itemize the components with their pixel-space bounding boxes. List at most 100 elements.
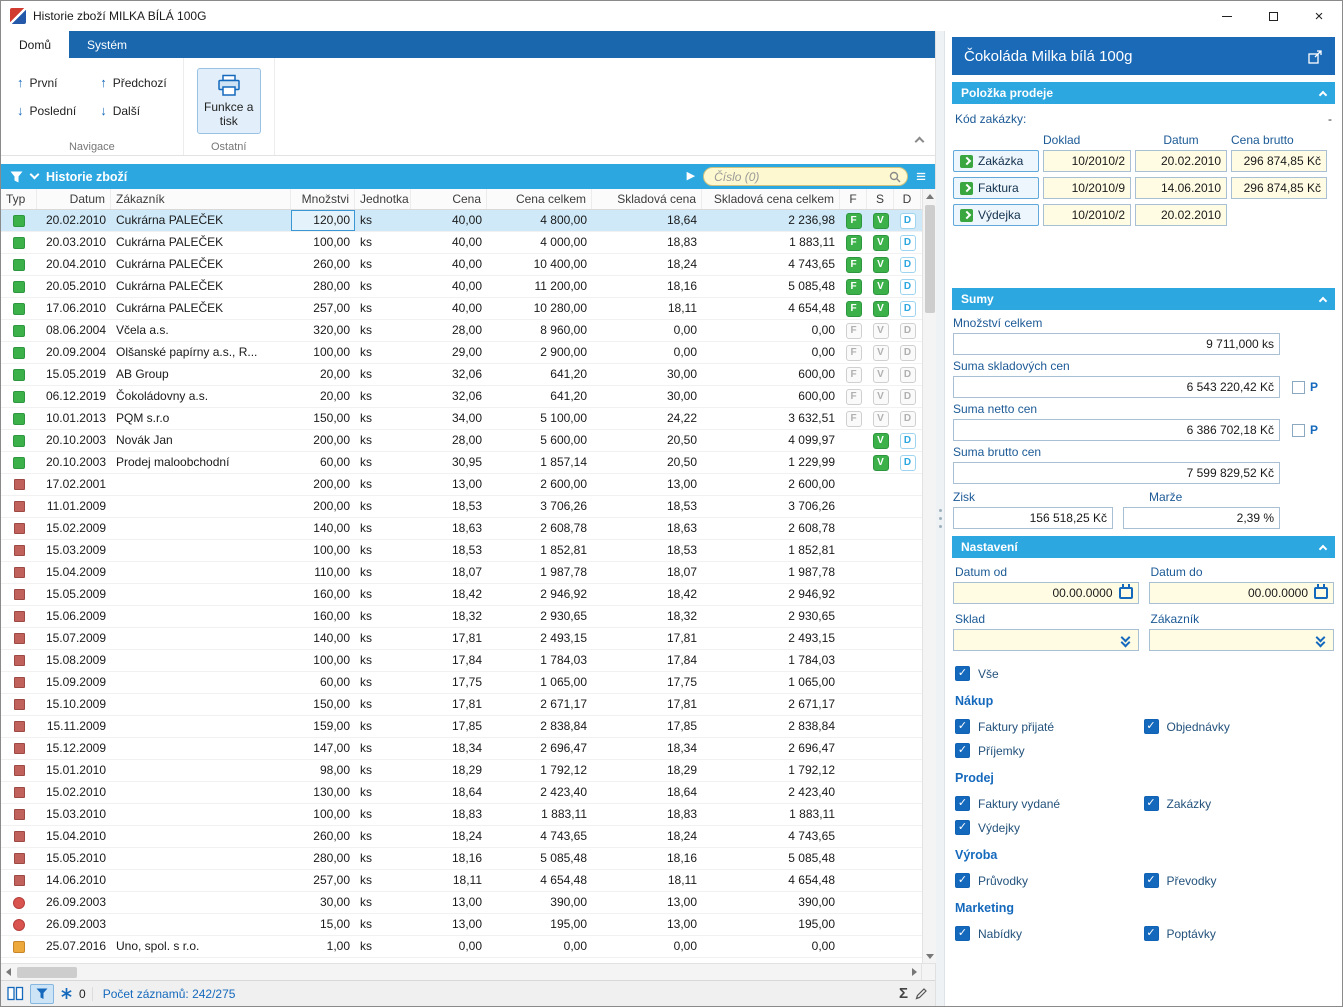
scroll-up-button[interactable] <box>923 189 937 203</box>
table-row[interactable]: 15.04.2010260,00ks18,244 743,6518,244 74… <box>1 826 922 848</box>
sum-icon[interactable]: Σ <box>899 985 908 1002</box>
doklad-value[interactable]: 10/2010/2 <box>1043 204 1131 226</box>
sklad-select[interactable] <box>953 629 1139 651</box>
table-row[interactable]: 14.06.2010257,00ks18,114 654,4818,114 65… <box>1 870 922 892</box>
table-row[interactable]: 20.10.2003Prodej maloobchodní60,00ks30,9… <box>1 452 922 474</box>
tab-system[interactable]: Systém <box>69 31 145 58</box>
doklad-value[interactable]: 10/2010/2 <box>1043 150 1131 172</box>
vydejka-button[interactable]: Výdejka <box>953 204 1039 226</box>
table-row[interactable]: 20.05.2010Cukrárna PALEČEK280,00ks40,001… <box>1 276 922 298</box>
checkbox-poptavky[interactable]: ✓Poptávky <box>1144 926 1333 941</box>
table-row[interactable]: 26.09.200330,00ks13,00390,0013,00390,00 <box>1 892 922 914</box>
filter-icon[interactable] <box>10 171 23 183</box>
columns-icon[interactable] <box>7 986 24 1001</box>
horizontal-scrollbar[interactable] <box>1 963 935 980</box>
table-row[interactable]: 06.12.2019Čokoládovny a.s.20,00ks32,0664… <box>1 386 922 408</box>
scrollbar-thumb[interactable] <box>925 205 935 313</box>
column-header-typ[interactable]: Typ <box>1 189 37 209</box>
calendar-icon[interactable] <box>1314 587 1328 599</box>
column-header-s[interactable]: S <box>867 189 894 209</box>
collapse-section-icon[interactable] <box>1319 296 1327 304</box>
table-row[interactable]: 08.06.2004Včela a.s.320,00ks28,008 960,0… <box>1 320 922 342</box>
filter-toggle[interactable] <box>30 984 54 1004</box>
table-row[interactable]: 26.09.200315,00ks13,00195,0013,00195,00 <box>1 914 922 936</box>
column-header-datum[interactable]: Datum <box>37 189 111 209</box>
p-checkbox[interactable]: P <box>1292 380 1318 394</box>
table-row[interactable]: 15.02.2009140,00ks18,632 608,7818,632 60… <box>1 518 922 540</box>
table-row[interactable]: 15.09.200960,00ks17,751 065,0017,751 065… <box>1 672 922 694</box>
table-row[interactable]: 20.09.2004Olšanské papírny a.s., R...100… <box>1 342 922 364</box>
column-header-cena-celkem[interactable]: Cena celkem <box>487 189 592 209</box>
popout-icon[interactable] <box>1308 49 1323 64</box>
checkbox-prevodky[interactable]: ✓Převodky <box>1144 873 1333 888</box>
table-row[interactable]: 15.12.2009147,00ks18,342 696,4718,342 69… <box>1 738 922 760</box>
p-checkbox[interactable]: P <box>1292 423 1318 437</box>
table-row[interactable]: 20.03.2010Cukrárna PALEČEK100,00ks40,004… <box>1 232 922 254</box>
checkbox-vydejky[interactable]: ✓Výdejky <box>955 820 1144 835</box>
play-icon[interactable]: ▶ <box>687 171 695 182</box>
last-button[interactable]: ↓Poslední <box>13 98 80 123</box>
first-button[interactable]: ↑První <box>13 70 80 95</box>
table-row[interactable]: 10.01.2013PQM s.r.o150,00ks34,005 100,00… <box>1 408 922 430</box>
previous-button[interactable]: ↑Předchozí <box>96 70 171 95</box>
close-button[interactable]: × <box>1296 1 1342 31</box>
tab-domu[interactable]: Domů <box>1 31 69 58</box>
scroll-right-button[interactable] <box>907 965 921 979</box>
collapse-ribbon-button[interactable] <box>916 138 923 145</box>
calendar-icon[interactable] <box>1119 587 1133 599</box>
table-row[interactable]: 20.10.2003Novák Jan200,00ks28,005 600,00… <box>1 430 922 452</box>
collapse-section-icon[interactable] <box>1319 90 1327 98</box>
checkbox-faktury-vydane[interactable]: ✓Faktury vydané <box>955 796 1144 811</box>
checkbox-nabidky[interactable]: ✓Nabídky <box>955 926 1144 941</box>
table-row[interactable]: 25.07.2016Uno, spol. s r.o.1,00ks0,000,0… <box>1 936 922 958</box>
table-row[interactable]: 15.05.2009160,00ks18,422 946,9218,422 94… <box>1 584 922 606</box>
table-row[interactable]: 15.03.2009100,00ks18,531 852,8118,531 85… <box>1 540 922 562</box>
datum-value[interactable]: 14.06.2010 <box>1135 177 1227 199</box>
minimize-button[interactable] <box>1204 1 1250 31</box>
search-input[interactable] <box>703 167 908 186</box>
table-row[interactable]: 15.05.2010280,00ks18,165 085,4818,165 08… <box>1 848 922 870</box>
table-row[interactable]: 11.01.2009200,00ks18,533 706,2618,533 70… <box>1 496 922 518</box>
table-row[interactable]: 15.08.2009100,00ks17,841 784,0317,841 78… <box>1 650 922 672</box>
column-header-f[interactable]: F <box>840 189 867 209</box>
zakaznik-select[interactable] <box>1149 629 1335 651</box>
datum-value[interactable]: 20.02.2010 <box>1135 150 1227 172</box>
scroll-left-button[interactable] <box>1 965 15 979</box>
table-row[interactable]: 17.06.2010Cukrárna PALEČEK257,00ks40,001… <box>1 298 922 320</box>
menu-icon[interactable]: ≡ <box>916 170 926 184</box>
column-header-d[interactable]: D <box>894 189 921 209</box>
checkbox-faktury-prijate[interactable]: ✓Faktury přijaté <box>955 719 1144 734</box>
table-row[interactable]: 15.01.201098,00ks18,291 792,1218,291 792… <box>1 760 922 782</box>
collapse-section-icon[interactable] <box>1319 544 1327 552</box>
datum-od-field[interactable]: 00.00.0000 <box>953 582 1139 604</box>
next-button[interactable]: ↓Další <box>96 98 171 123</box>
functions-print-button[interactable]: Funkce a tisk <box>197 68 261 134</box>
maximize-button[interactable] <box>1250 1 1296 31</box>
column-header-skladova-cena[interactable]: Skladová cena <box>592 189 702 209</box>
table-row[interactable]: 15.03.2010100,00ks18,831 883,1118,831 88… <box>1 804 922 826</box>
faktura-button[interactable]: Faktura <box>953 177 1039 199</box>
checkbox-zakazky[interactable]: ✓Zakázky <box>1144 796 1333 811</box>
checkbox-prijemky[interactable]: ✓Příjemky <box>955 743 1144 758</box>
cena-brutto-value[interactable]: 296 874,85 Kč <box>1231 150 1327 172</box>
vertical-scrollbar[interactable] <box>922 189 936 963</box>
datum-value[interactable]: 20.02.2010 <box>1135 204 1227 226</box>
checkbox-pruvodky[interactable]: ✓Průvodky <box>955 873 1144 888</box>
table-row[interactable]: 20.04.2010Cukrárna PALEČEK260,00ks40,001… <box>1 254 922 276</box>
checkbox-vse[interactable]: ✓Vše <box>955 666 1332 681</box>
dropdown-icon[interactable] <box>1314 634 1328 646</box>
table-row[interactable]: 15.10.2009150,00ks17,812 671,1717,812 67… <box>1 694 922 716</box>
table-row[interactable]: 15.06.2009160,00ks18,322 930,6518,322 93… <box>1 606 922 628</box>
dropdown-icon[interactable] <box>1119 634 1133 646</box>
table-row[interactable]: 20.02.2010Cukrárna PALEČEK120,00ks40,004… <box>1 210 922 232</box>
checkbox-objednavky[interactable]: ✓Objednávky <box>1144 719 1333 734</box>
doklad-value[interactable]: 10/2010/9 <box>1043 177 1131 199</box>
table-row[interactable]: 15.05.2019AB Group20,00ks32,06641,2030,0… <box>1 364 922 386</box>
scroll-down-button[interactable] <box>923 949 937 963</box>
table-row[interactable]: 15.07.2009140,00ks17,812 493,1517,812 49… <box>1 628 922 650</box>
table-row[interactable]: 15.04.2009110,00ks18,071 987,7818,071 98… <box>1 562 922 584</box>
column-header-jednotka[interactable]: Jednotka <box>355 189 411 209</box>
column-header-mnozstvi[interactable]: Množstvi <box>291 189 355 209</box>
asterisk-icon[interactable] <box>60 987 73 1000</box>
table-row[interactable]: 15.11.2009159,00ks17,852 838,8417,852 83… <box>1 716 922 738</box>
